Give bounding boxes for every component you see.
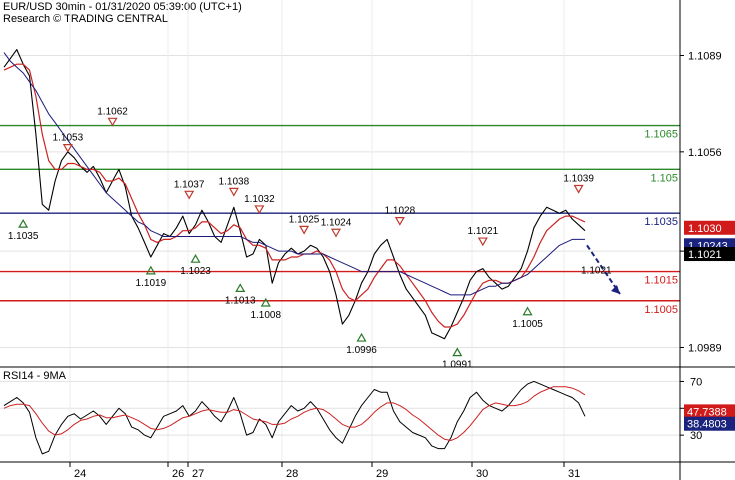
level-label: 1.1015 xyxy=(644,275,678,287)
level-label: 1.1065 xyxy=(644,129,678,141)
time-tick-label: 26 xyxy=(172,468,184,480)
pivot-marker-low xyxy=(235,283,246,292)
price-tick-label: 1.0989 xyxy=(688,342,722,354)
pivot-marker-high xyxy=(62,144,73,153)
pivot-label-low: 1.1005 xyxy=(512,319,543,330)
pivot-marker-high xyxy=(394,217,405,226)
series-ma_slow xyxy=(3,52,585,296)
price-panel: 1.1065 1.105 1.1035 1.1015 1.1005 1.1035 1.105… xyxy=(0,0,680,462)
price-tick-label: 1.1056 xyxy=(688,147,722,159)
rsi-badge-label: 38.4803 xyxy=(687,419,727,431)
pivot-label-low: 1.0991 xyxy=(442,360,473,371)
pivot-marker-low xyxy=(356,332,367,342)
rsi-tick-label: 30 xyxy=(690,430,702,442)
pivot-marker-high xyxy=(184,190,195,200)
pivot-marker-high xyxy=(299,225,310,235)
pivot-label-low: 1.1023 xyxy=(180,266,211,277)
pivot-label-high: 1.1032 xyxy=(244,194,275,205)
pivot-marker-low xyxy=(260,297,271,307)
pivot-label-high: 1.1038 xyxy=(219,176,250,187)
time-tick-label: 24 xyxy=(74,468,86,480)
price-badge-label: 1.1021 xyxy=(688,249,722,261)
pivot-marker-high xyxy=(573,184,584,194)
price-chart: 1.1065 1.105 1.1035 1.1015 1.1005 1.1035 1.105… xyxy=(0,0,735,480)
pivot-label-high: 1.1024 xyxy=(321,217,352,228)
time-tick-label: 28 xyxy=(286,468,298,480)
pivot-marker-low xyxy=(452,347,463,357)
forecast-label: 1.1021 xyxy=(581,265,612,276)
rsi-badge-label: 47.7388 xyxy=(687,406,727,418)
price-tick-label: 1.1089 xyxy=(688,50,722,62)
series-price xyxy=(3,49,586,340)
pivot-marker-high xyxy=(254,205,265,215)
pivot-label-high: 1.1039 xyxy=(563,173,594,184)
pivot-marker-high xyxy=(477,237,488,247)
pivot-label-high: 1.1021 xyxy=(468,226,499,237)
rsi-label: RSI14 - 9MA xyxy=(3,370,67,382)
time-tick-label: 29 xyxy=(376,468,388,480)
pivot-label-low: 1.1019 xyxy=(136,278,167,289)
pivot-label-high: 1.1025 xyxy=(289,214,320,225)
pivot-marker-high xyxy=(107,117,118,127)
pivot-label-low: 1.0996 xyxy=(346,345,377,356)
pivot-label-low: 1.1013 xyxy=(225,295,256,306)
pivot-label-high: 1.1053 xyxy=(53,133,84,144)
level-label: 1.1035 xyxy=(644,216,678,228)
pivot-label-high: 1.1028 xyxy=(385,206,416,217)
pivot-marker-high xyxy=(330,228,342,238)
time-tick-label: 30 xyxy=(476,468,488,480)
time-tick-label: 31 xyxy=(568,468,580,480)
pivot-marker-low xyxy=(145,265,156,275)
pivot-label-low: 1.1008 xyxy=(250,310,281,321)
pivot-marker-low xyxy=(522,306,533,316)
rsi-tick-label: 70 xyxy=(690,376,702,388)
pivot-marker-low xyxy=(18,218,29,228)
pivot-label-low: 1.1035 xyxy=(8,231,39,242)
price-badge-label: 1.1030 xyxy=(688,223,722,235)
pivot-label-high: 1.1037 xyxy=(174,179,205,190)
time-tick-label: 27 xyxy=(192,468,204,480)
pivot-marker-low xyxy=(190,253,201,263)
pivot-marker-high xyxy=(228,187,239,197)
level-label: 1.1005 xyxy=(644,304,678,316)
pivot-label-high: 1.1062 xyxy=(97,106,128,117)
rsi-series-ma_fast xyxy=(3,386,586,441)
rsi-panel: RSI14 - 9MA xyxy=(0,370,680,455)
series-ma_fast xyxy=(3,63,586,328)
level-label: 1.105 xyxy=(650,172,678,184)
